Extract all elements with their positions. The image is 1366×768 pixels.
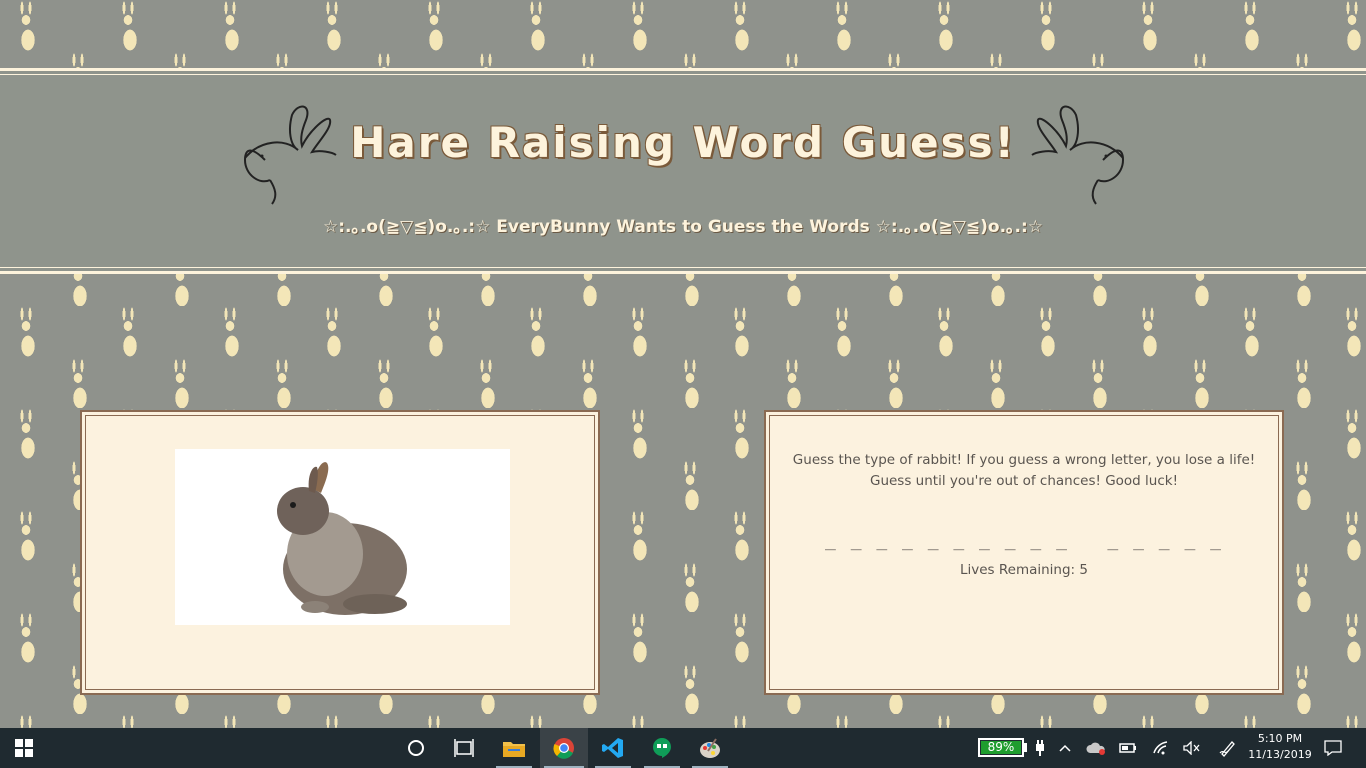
instructions-line-1: Guess the type of rabbit! If you guess a…	[792, 452, 1256, 468]
file-explorer-icon	[503, 742, 525, 757]
windows-start-icon	[15, 739, 33, 757]
instructions-line-2: Guess until you're out of chances! Good …	[869, 473, 1179, 489]
rabbit-photo	[175, 449, 510, 625]
power-plug-icon[interactable]	[1030, 728, 1050, 768]
page-subtitle: ☆:.｡.o(≧▽≦)o.｡.:☆ EveryBunny Wants to Gu…	[322, 217, 1044, 237]
notification-center-icon[interactable]	[1320, 728, 1346, 768]
clock[interactable]: 5:10 PM 11/13/2019	[1244, 731, 1316, 763]
game-instructions: Guess the type of rabbit! If you guess a…	[766, 450, 1282, 492]
header-banner	[0, 68, 1366, 274]
game-panel: Guess the type of rabbit! If you guess a…	[764, 410, 1284, 695]
word-blanks: _ _ _ _ _ _ _ _ _ _ _ _ _ _ _	[825, 530, 1223, 551]
rabbit-image-panel	[80, 410, 600, 695]
paint-button[interactable]	[686, 728, 734, 768]
onedrive-icon[interactable]	[1084, 728, 1108, 768]
vscode-button[interactable]	[589, 728, 637, 768]
pen-workspace-icon[interactable]	[1216, 728, 1240, 768]
chrome-button[interactable]	[540, 728, 588, 768]
taskbar: 89% 5:10 PM 11/13/2019	[0, 728, 1366, 768]
clock-date: 11/13/2019	[1248, 748, 1312, 761]
rabbit-illustration	[277, 462, 407, 615]
page-title: Hare Raising Word Guess!	[350, 118, 1016, 167]
chevron-up-icon[interactable]	[1054, 728, 1076, 768]
hangouts-button[interactable]	[638, 728, 686, 768]
clock-time: 5:10 PM	[1257, 732, 1303, 745]
cortana-button[interactable]	[392, 728, 440, 768]
paint-icon	[700, 738, 720, 758]
battery-nub	[1024, 743, 1027, 752]
start-button[interactable]	[0, 728, 48, 768]
battery-saver-icon[interactable]	[1116, 728, 1140, 768]
chrome-icon	[553, 738, 574, 759]
lives-remaining: Lives Remaining: 5	[959, 562, 1088, 578]
vscode-icon	[602, 738, 623, 758]
task-view-icon	[454, 739, 474, 757]
file-explorer-button[interactable]	[490, 728, 538, 768]
cortana-icon	[408, 740, 424, 756]
volume-muted-icon[interactable]	[1180, 728, 1204, 768]
battery-percent: 89%	[987, 740, 1015, 754]
task-view-button[interactable]	[440, 728, 488, 768]
wifi-icon[interactable]	[1150, 728, 1174, 768]
battery-indicator[interactable]: 89%	[978, 738, 1024, 757]
hangouts-icon	[653, 738, 671, 758]
